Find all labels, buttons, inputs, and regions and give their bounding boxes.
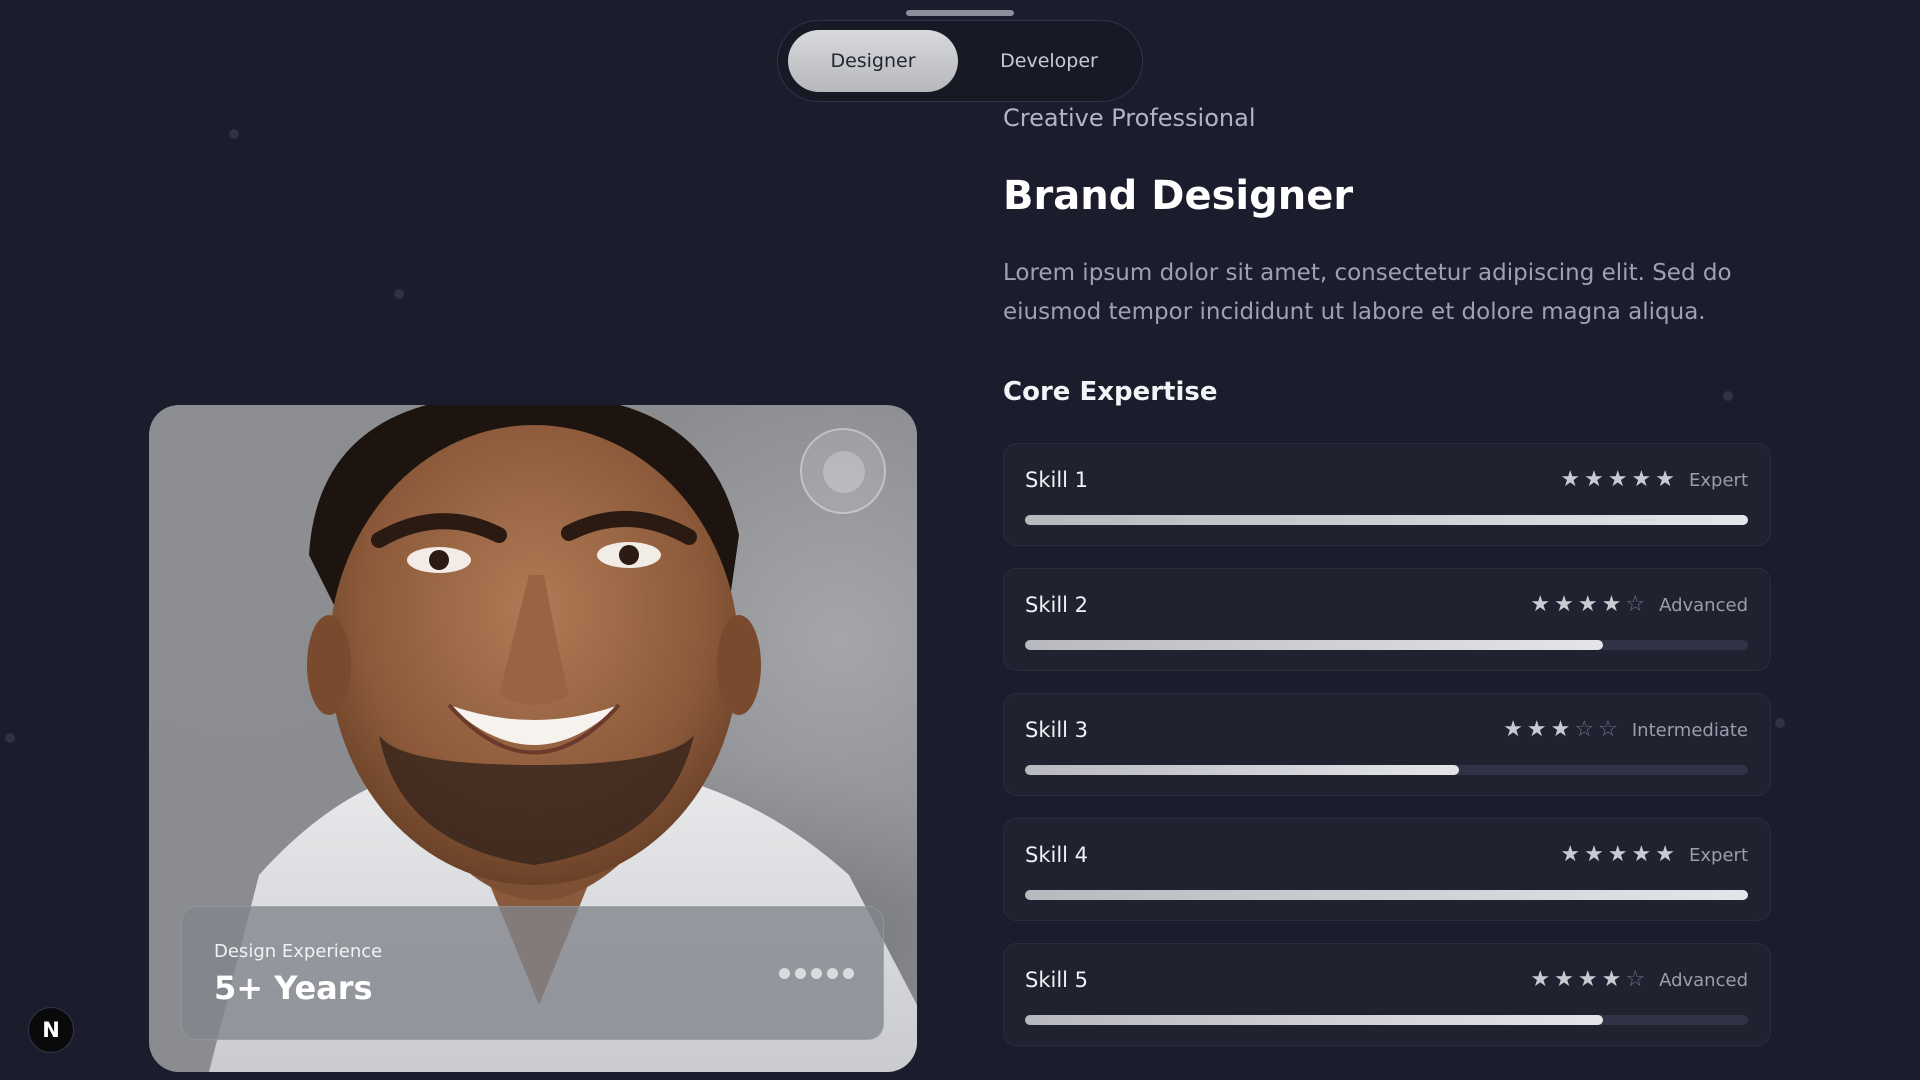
camera-lens-core [823, 451, 865, 493]
skill-progress-track [1025, 1015, 1748, 1025]
star-filled-icon: ★ [1554, 592, 1574, 617]
star-filled-icon: ★ [1526, 717, 1547, 742]
skill-progress-fill [1025, 515, 1748, 525]
skill-progress-track [1025, 890, 1748, 900]
skill-name: Skill 2 [1025, 593, 1089, 617]
role-toggle: Designer Developer [777, 20, 1143, 102]
carousel-dot[interactable] [827, 968, 838, 979]
profile-title: Brand Designer [1003, 173, 1354, 219]
skill-rating: ★ ★ ★ ★ ★ Expert [1560, 844, 1748, 866]
skill-name: Skill 4 [1025, 843, 1089, 867]
star-filled-icon: ★ [1601, 592, 1622, 617]
skill-card: Skill 2 ★ ★ ★ ★ ☆ Advanced [1003, 568, 1771, 671]
star-filled-icon: ★ [1560, 842, 1581, 867]
star-filled-icon: ★ [1655, 467, 1676, 492]
app-stage: Designer Developer Design Experience 5+ … [0, 0, 1920, 1080]
skill-rating: ★ ★ ★ ★ ☆ Advanced [1530, 594, 1748, 616]
skill-name: Skill 3 [1025, 718, 1089, 742]
star-filled-icon: ★ [1530, 967, 1551, 992]
skill-progress-track [1025, 765, 1748, 775]
profile-subtitle: Creative Professional [1003, 104, 1256, 132]
skill-level: Expert [1689, 469, 1748, 491]
background-dot [229, 129, 239, 139]
star-empty-icon: ☆ [1625, 592, 1646, 617]
developer-toggle-button[interactable]: Developer [964, 30, 1134, 92]
star-filled-icon: ★ [1577, 967, 1598, 992]
star-empty-icon: ☆ [1598, 717, 1618, 742]
star-filled-icon: ★ [1607, 842, 1628, 867]
carousel-dots[interactable] [779, 968, 854, 979]
skill-progress-fill [1025, 890, 1748, 900]
drag-handle[interactable] [906, 10, 1014, 16]
star-filled-icon: ★ [1503, 717, 1523, 742]
star-filled-icon: ★ [1655, 842, 1676, 867]
experience-label: Design Experience [214, 941, 383, 962]
skill-name: Skill 5 [1025, 968, 1089, 992]
skill-level: Advanced [1659, 969, 1748, 991]
skill-progress-fill [1025, 765, 1459, 775]
star-filled-icon: ★ [1560, 467, 1581, 492]
background-dot [1723, 391, 1733, 401]
skill-progress-track [1025, 640, 1748, 650]
camera-lens-icon [800, 428, 886, 514]
experience-panel: Design Experience 5+ Years [181, 906, 884, 1040]
skill-card: Skill 1 ★ ★ ★ ★ ★ Expert [1003, 443, 1771, 546]
skill-card: Skill 5 ★ ★ ★ ★ ☆ Advanced [1003, 943, 1771, 1046]
skill-rating: ★ ★ ★ ★ ★ Expert [1560, 469, 1748, 491]
core-expertise-heading: Core Expertise [1003, 377, 1218, 407]
next-logo-badge[interactable]: N [28, 1007, 74, 1053]
background-dot [394, 289, 404, 299]
star-filled-icon: ★ [1607, 467, 1628, 492]
skill-level: Intermediate [1631, 719, 1748, 741]
star-filled-icon: ★ [1550, 717, 1571, 742]
skill-rating: ★ ★ ★ ☆ ☆ Intermediate [1503, 719, 1748, 741]
star-filled-icon: ★ [1584, 842, 1604, 867]
skill-progress-fill [1025, 1015, 1604, 1025]
designer-toggle-button[interactable]: Designer [788, 30, 958, 92]
carousel-dot[interactable] [811, 968, 822, 979]
star-empty-icon: ☆ [1625, 967, 1646, 992]
skill-progress-fill [1025, 640, 1604, 650]
skill-card: Skill 3 ★ ★ ★ ☆ ☆ Intermediate [1003, 693, 1771, 796]
skill-progress-track [1025, 515, 1748, 525]
star-filled-icon: ★ [1584, 467, 1604, 492]
skill-card: Skill 4 ★ ★ ★ ★ ★ Expert [1003, 818, 1771, 921]
profile-description: Lorem ipsum dolor sit amet, consectetur … [1003, 260, 1732, 325]
star-filled-icon: ★ [1601, 967, 1622, 992]
profile-photo-card: Design Experience 5+ Years [149, 405, 917, 1072]
skill-level: Expert [1689, 844, 1748, 866]
star-filled-icon: ★ [1631, 842, 1652, 867]
skill-rating: ★ ★ ★ ★ ☆ Advanced [1530, 969, 1748, 991]
skill-name: Skill 1 [1025, 468, 1089, 492]
star-filled-icon: ★ [1631, 467, 1652, 492]
carousel-dot[interactable] [779, 968, 790, 979]
star-empty-icon: ☆ [1574, 717, 1595, 742]
star-filled-icon: ★ [1530, 592, 1551, 617]
star-filled-icon: ★ [1577, 592, 1598, 617]
background-dot [5, 733, 15, 743]
star-filled-icon: ★ [1554, 967, 1574, 992]
carousel-dot[interactable] [843, 968, 854, 979]
background-dot [1775, 718, 1785, 728]
experience-value: 5+ Years [214, 969, 373, 1007]
carousel-dot[interactable] [795, 968, 806, 979]
skill-level: Advanced [1659, 594, 1748, 616]
